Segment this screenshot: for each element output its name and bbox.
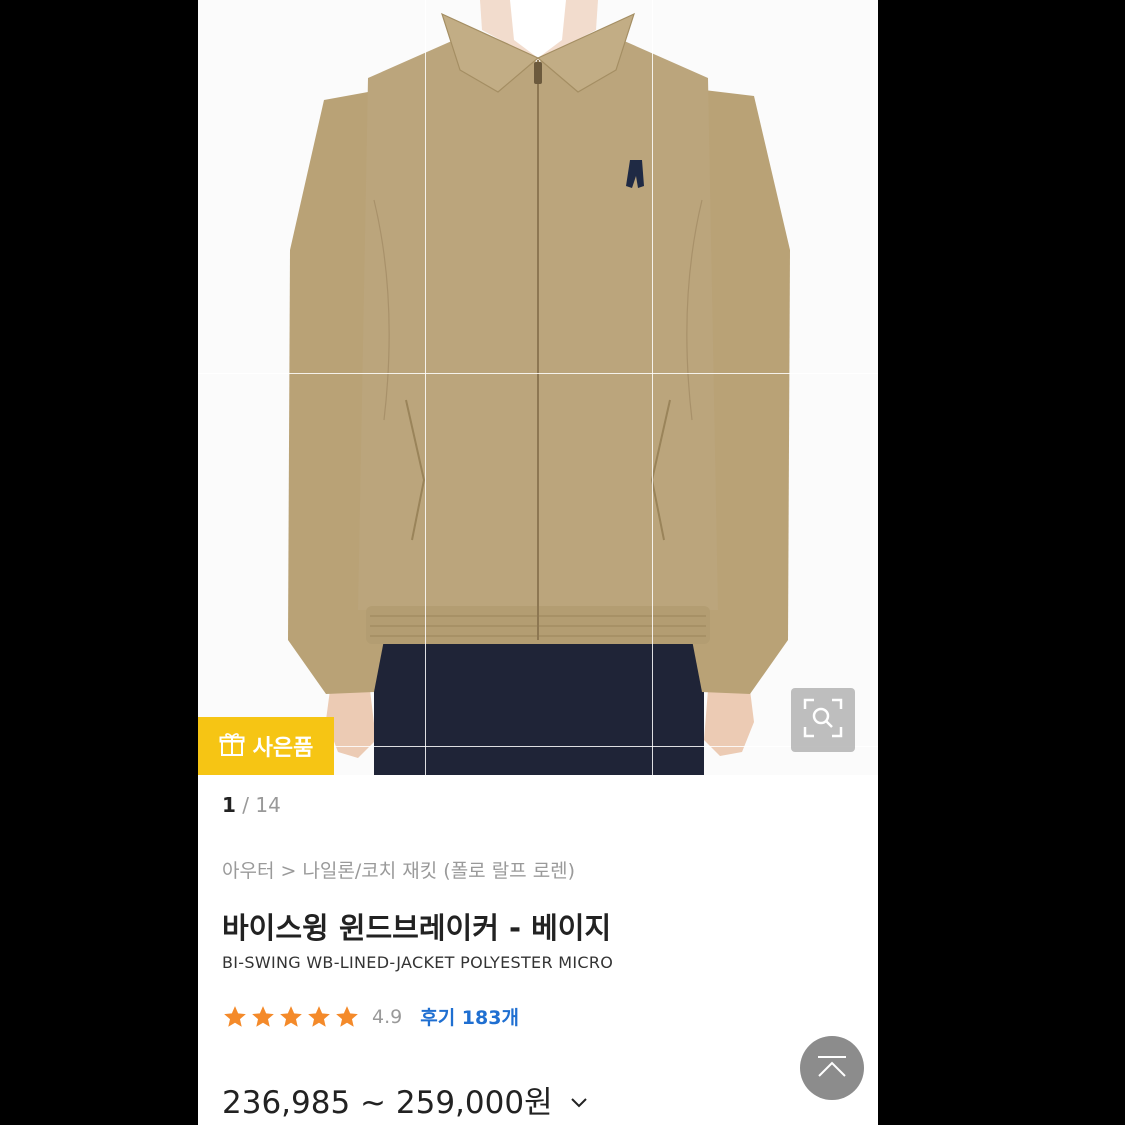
rating-value: 4.9 — [372, 1005, 403, 1028]
gift-badge-label: 사은품 — [252, 736, 314, 761]
star-icon — [280, 1005, 302, 1027]
zoom-icon — [802, 697, 844, 743]
image-counter-current: 1 — [222, 793, 236, 817]
image-counter-separator: / — [242, 793, 250, 817]
category-breadcrumb[interactable]: 아우터 > 나일론/코치 재킷 (폴로 랄프 로렌) — [222, 856, 575, 883]
image-counter: 1 / 14 — [222, 793, 281, 817]
gift-icon — [219, 731, 245, 761]
product-detail-screen: 사은품 1 / 14 아우터 > 나일론/코치 재킷 (폴로 랄프 로렌) 바이… — [198, 0, 878, 1125]
rating-stars — [222, 1004, 360, 1030]
scroll-top-icon — [815, 1054, 849, 1082]
rating-row: 4.9 후기 183개 — [222, 1003, 519, 1030]
price-range[interactable]: 236,985 ~ 259,000원 — [222, 1077, 589, 1122]
product-image-gallery[interactable]: 사은품 — [198, 0, 878, 775]
price-text: 236,985 ~ 259,000원 — [222, 1085, 553, 1121]
star-icon — [336, 1005, 358, 1027]
product-title: 바이스윙 윈드브레이커 - 베이지 — [222, 911, 612, 945]
product-subtitle: BI-SWING WB-LINED-JACKET POLYESTER MICRO — [222, 953, 614, 972]
scroll-top-button[interactable] — [800, 1036, 864, 1100]
review-count-link[interactable]: 후기 183개 — [420, 1003, 519, 1030]
image-counter-total: 14 — [255, 793, 281, 817]
star-icon — [224, 1005, 246, 1027]
star-icon — [252, 1005, 274, 1027]
product-photo — [198, 0, 878, 775]
star-icon — [308, 1005, 330, 1027]
gift-badge[interactable]: 사은품 — [198, 717, 334, 775]
chevron-down-icon[interactable] — [569, 1082, 589, 1118]
zoom-button[interactable] — [791, 688, 855, 752]
